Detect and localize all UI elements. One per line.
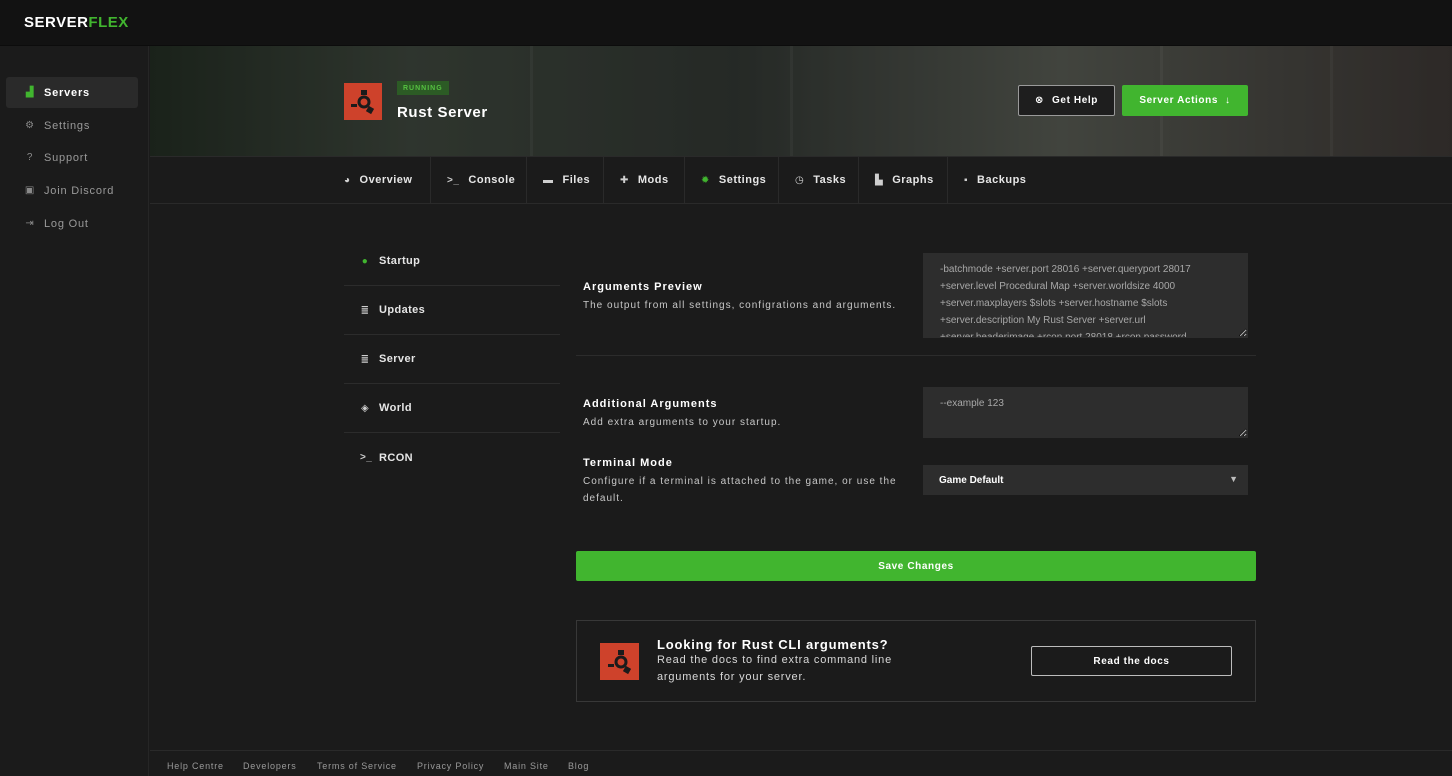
get-help-button[interactable]: ⊗ Get Help: [1018, 85, 1115, 116]
subnav-label: World: [379, 402, 412, 414]
terminal-mode-select[interactable]: Game Default ▼: [923, 465, 1248, 495]
sidebar-item-label: Join Discord: [44, 184, 115, 197]
gear-icon: ✹: [701, 174, 710, 186]
subnav-label: Updates: [379, 304, 426, 316]
up-circle-icon: ●: [361, 255, 369, 267]
tab-settings[interactable]: ✹ Settings: [685, 157, 779, 203]
caret-down-icon: ▼: [1229, 474, 1238, 484]
list-icon: ≣: [360, 304, 370, 316]
chart-icon: ▙: [875, 174, 884, 186]
additional-arguments-title: Additional Arguments: [583, 398, 718, 410]
terminal-mode-value: Game Default: [939, 474, 1004, 486]
tab-label: Settings: [718, 174, 767, 186]
terminal-mode-desc: Configure if a terminal is attached to t…: [583, 476, 897, 504]
tab-label: Tasks: [813, 174, 847, 186]
subnav-server[interactable]: ≣ Server: [344, 335, 560, 384]
footer-link-terms[interactable]: Terms of Service: [317, 761, 397, 771]
read-docs-button[interactable]: Read the docs: [1031, 646, 1232, 676]
rust-game-icon: [344, 83, 382, 120]
gauge-icon: ◕: [344, 174, 351, 186]
arguments-preview-desc: The output from all settings, configrati…: [583, 300, 897, 311]
server-name: Rust Server: [397, 104, 488, 121]
section-divider: [576, 355, 1256, 356]
logo[interactable]: SERVERFLEX: [24, 14, 129, 31]
docs-title: Looking for Rust CLI arguments?: [657, 637, 889, 652]
footer: Help Centre Developers Terms of Service …: [150, 750, 1452, 776]
banner-decoration: [790, 46, 793, 156]
sidebar-item-servers[interactable]: ▟ Servers: [6, 77, 138, 108]
tab-console[interactable]: >_ Console: [431, 157, 527, 203]
arguments-preview-title: Arguments Preview: [583, 281, 703, 293]
subnav-label: RCON: [379, 451, 413, 464]
get-help-label: Get Help: [1052, 95, 1098, 106]
additional-arguments-input[interactable]: --example 123: [923, 387, 1248, 438]
terminal-mode-title: Terminal Mode: [583, 457, 673, 469]
subnav-rcon[interactable]: >_ RCON: [344, 433, 560, 482]
layers-icon: ◈: [360, 402, 370, 414]
folder-icon: ▬: [543, 174, 554, 186]
server-header-banner: RUNNING Rust Server ⊗ Get Help Server Ac…: [150, 46, 1452, 156]
logo-flex-text: FLEX: [88, 14, 129, 31]
question-icon: ?: [26, 152, 34, 163]
footer-link-help-centre[interactable]: Help Centre: [167, 761, 224, 771]
logout-icon: ⇥: [25, 218, 35, 229]
discord-icon: ▣: [24, 185, 36, 196]
subnav-label: Server: [379, 353, 416, 365]
sidebar-item-support[interactable]: ? Support: [6, 142, 138, 173]
arguments-preview-textarea[interactable]: -batchmode +server.port 28016 +server.qu…: [923, 253, 1248, 338]
logo-server-text: SERVER: [24, 14, 89, 31]
server-tabs: ◕ Overview >_ Console ▬ Files ✚ Mods ✹ S…: [150, 156, 1452, 204]
subnav-world[interactable]: ◈ World: [344, 384, 560, 433]
sidebar-item-label: Servers: [44, 86, 90, 99]
subnav-updates[interactable]: ≣ Updates: [344, 286, 560, 335]
subnav-startup[interactable]: ● Startup: [344, 237, 560, 286]
tab-label: Mods: [637, 174, 669, 186]
tab-label: Backups: [977, 174, 1027, 186]
servers-icon: ▟: [25, 87, 35, 98]
status-badge: RUNNING: [397, 81, 449, 95]
tab-backups[interactable]: ▪ Backups: [948, 157, 1042, 203]
tab-label: Console: [468, 174, 516, 186]
footer-link-privacy[interactable]: Privacy Policy: [417, 761, 484, 771]
save-icon: ▪: [964, 174, 969, 186]
banner-decoration: [530, 46, 533, 156]
tab-files[interactable]: ▬ Files: [527, 157, 604, 203]
tab-label: Overview: [359, 174, 413, 186]
sidebar-item-label: Settings: [44, 119, 91, 132]
rust-game-icon: [600, 643, 639, 680]
footer-link-developers[interactable]: Developers: [243, 761, 297, 771]
tab-graphs[interactable]: ▙ Graphs: [859, 157, 948, 203]
subnav-label: Startup: [379, 255, 421, 267]
tab-tasks[interactable]: ◷ Tasks: [779, 157, 859, 203]
server-actions-button[interactable]: Server Actions ↓: [1122, 85, 1248, 116]
terminal-icon: >_: [360, 452, 373, 463]
list-icon: ≣: [360, 353, 370, 365]
footer-link-main-site[interactable]: Main Site: [504, 761, 549, 771]
sidebar-item-discord[interactable]: ▣ Join Discord: [6, 175, 138, 206]
additional-arguments-desc: Add extra arguments to your startup.: [583, 417, 782, 428]
arrow-down-icon: ↓: [1225, 95, 1231, 106]
server-actions-label: Server Actions: [1139, 95, 1218, 106]
footer-link-blog[interactable]: Blog: [568, 761, 589, 771]
docs-desc: Read the docs to find extra command line…: [657, 654, 892, 683]
banner-decoration: [1330, 46, 1333, 156]
terminal-icon: >_: [447, 174, 460, 186]
tab-label: Graphs: [892, 174, 934, 186]
clock-icon: ◷: [795, 174, 805, 186]
sidebar-item-logout[interactable]: ⇥ Log Out: [6, 208, 138, 239]
gears-icon: ⚙: [25, 120, 35, 131]
puzzle-icon: ✚: [620, 174, 629, 186]
tab-label: Files: [562, 174, 591, 186]
sidebar-item-label: Support: [44, 151, 89, 164]
sidebar-item-label: Log Out: [44, 217, 89, 230]
sidebar: ▟ Servers ⚙ Settings ? Support ▣ Join Di…: [0, 46, 149, 776]
lifebuoy-icon: ⊗: [1035, 95, 1045, 106]
top-bar: SERVERFLEX: [0, 0, 1452, 46]
save-changes-button[interactable]: Save Changes: [576, 551, 1256, 581]
tab-mods[interactable]: ✚ Mods: [604, 157, 685, 203]
tab-overview[interactable]: ◕ Overview: [328, 157, 431, 203]
docs-callout: Looking for Rust CLI arguments? Read the…: [576, 620, 1256, 702]
sidebar-item-settings[interactable]: ⚙ Settings: [6, 110, 138, 141]
